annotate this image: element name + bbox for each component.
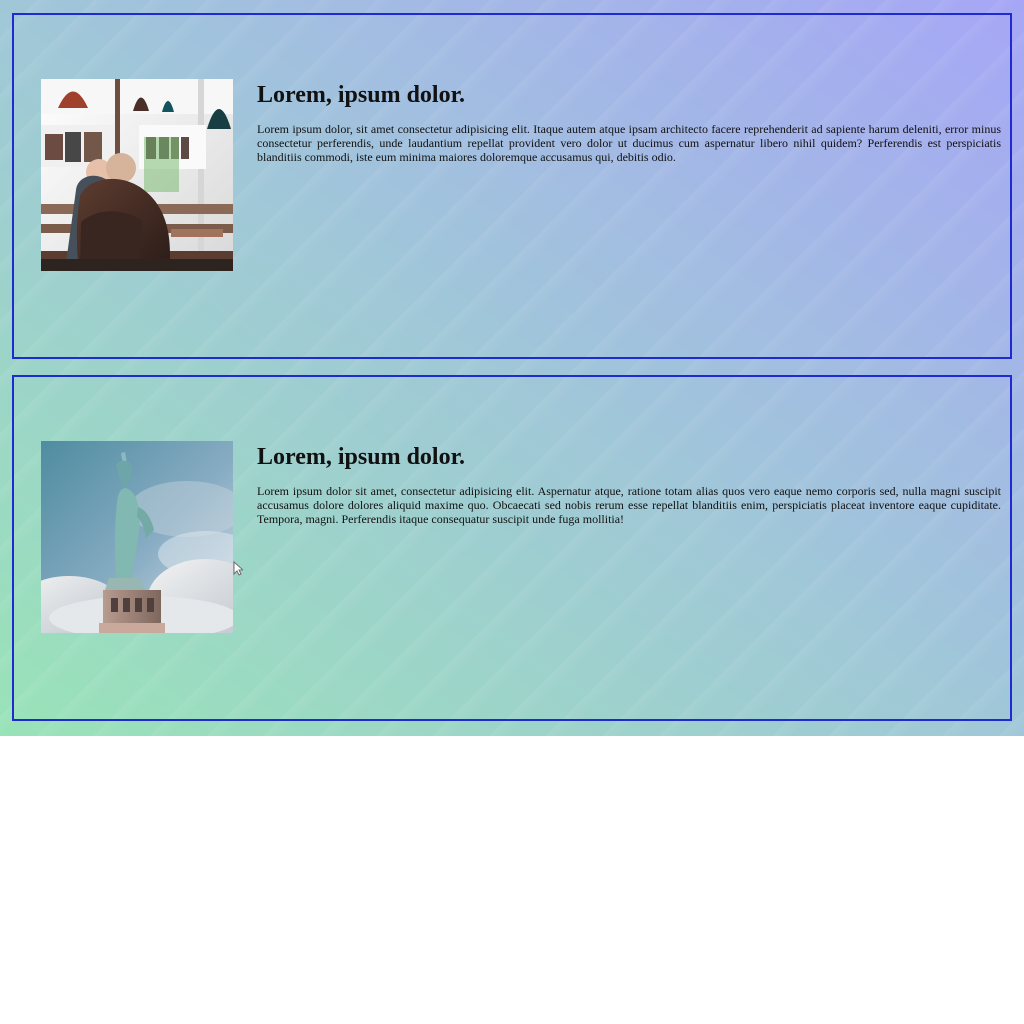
card-title: Lorem, ipsum dolor. xyxy=(257,82,466,108)
content-card-2: Lorem, ipsum dolor. Lorem ipsum dolor si… xyxy=(12,375,1012,721)
card-text: Lorem ipsum dolor sit amet, consectetur … xyxy=(257,484,1001,526)
content-card-1: Lorem, ipsum dolor. Lorem ipsum dolor, s… xyxy=(12,13,1012,359)
card-content: Lorem, ipsum dolor. Lorem ipsum dolor, s… xyxy=(257,81,1001,164)
cafe-interior-image xyxy=(41,79,233,271)
mouse-pointer-icon xyxy=(233,561,243,576)
card-title: Lorem, ipsum dolor. xyxy=(257,444,466,470)
card-text: Lorem ipsum dolor, sit amet consectetur … xyxy=(257,122,1001,164)
card-content: Lorem, ipsum dolor. Lorem ipsum dolor si… xyxy=(257,443,1001,526)
page: Lorem, ipsum dolor. Lorem ipsum dolor, s… xyxy=(0,0,1024,1024)
statue-of-liberty-image xyxy=(41,441,233,633)
